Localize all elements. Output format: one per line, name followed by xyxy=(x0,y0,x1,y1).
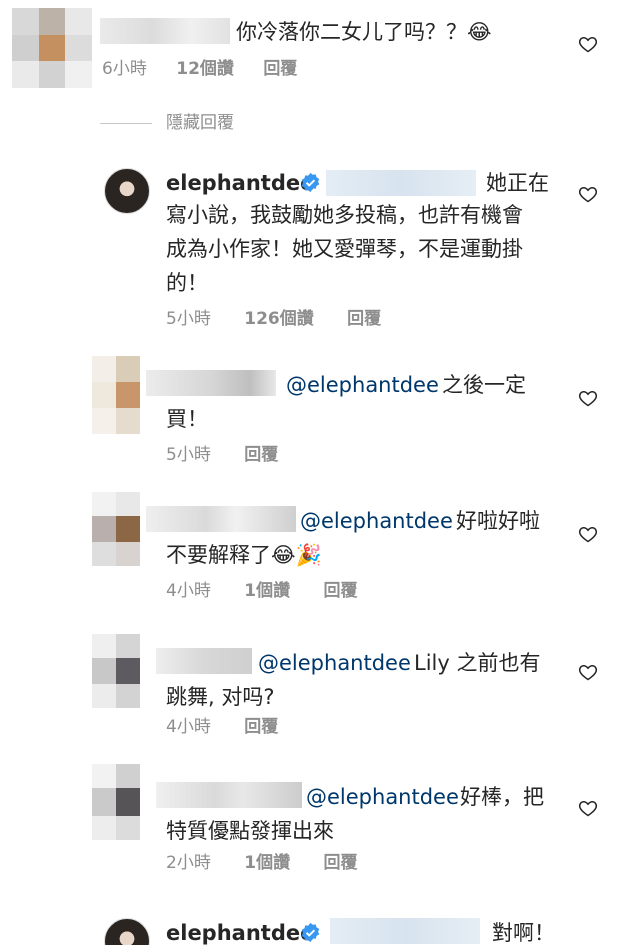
comment-meta: 2小時 1個讚 回覆 xyxy=(166,852,357,874)
reply-button[interactable]: 回覆 xyxy=(323,581,357,601)
username-blurred[interactable] xyxy=(156,782,302,808)
avatar-pixelated[interactable] xyxy=(92,634,140,708)
comment-text-line2: 特質優點發揮出來 xyxy=(166,819,334,843)
verified-badge-icon xyxy=(301,922,320,943)
username[interactable]: elephantdee xyxy=(166,166,314,200)
reply-button[interactable]: 回覆 xyxy=(244,717,278,737)
likes-count[interactable]: 12個讚 xyxy=(176,59,234,79)
mention-blurred[interactable] xyxy=(326,170,476,196)
comment-text: 你冷落你二女儿了吗？？😂 xyxy=(236,20,492,44)
reply-button[interactable]: 回覆 xyxy=(244,445,278,465)
comment-meta: 4小時 回覆 xyxy=(166,716,278,738)
heart-outline-icon[interactable] xyxy=(578,524,598,544)
timestamp: 4小時 xyxy=(166,581,211,601)
comment-text-line2: 買！ xyxy=(166,407,208,431)
heart-outline-icon[interactable] xyxy=(578,388,598,408)
timestamp: 2小時 xyxy=(166,853,211,873)
likes-count[interactable]: 126個讚 xyxy=(244,309,314,329)
comment-meta: 5小時 回覆 xyxy=(166,444,278,466)
mention-link[interactable]: @elephantdee xyxy=(286,368,439,402)
username[interactable]: elephantdee xyxy=(166,916,314,945)
reply-button[interactable]: 回覆 xyxy=(263,59,297,79)
comment-text-line1: 之後一定 xyxy=(442,373,526,397)
comment-5: @elephantdee Lily 之前也有 跳舞, 对吗? 4小時 回覆 xyxy=(0,624,630,742)
comment-6: @elephantdee 好棒，把 特質優點發揮出來 2小時 1個讚 回覆 xyxy=(0,760,630,878)
comment-meta: 4小時 1個讚 回覆 xyxy=(166,580,357,602)
comment-text-line3: 成為小作家！她又愛彈琴，不是運動掛 xyxy=(166,237,523,261)
comment-text-line1: Lily 之前也有 xyxy=(414,651,541,675)
username-blurred[interactable] xyxy=(156,648,252,674)
mention-link[interactable]: @elephantdee xyxy=(306,780,459,814)
comment-text-line1: 好棒，把 xyxy=(460,785,544,809)
comment-7: elephantdee 對啊！ xyxy=(0,906,630,945)
timestamp: 5小時 xyxy=(166,445,211,465)
likes-count[interactable]: 1個讚 xyxy=(244,853,290,873)
timestamp: 4小時 xyxy=(166,717,211,737)
comment-meta: 5小時 126個讚 回覆 xyxy=(166,308,381,330)
heart-outline-icon[interactable] xyxy=(578,798,598,818)
comment-meta: 6小時 12個讚 回覆 xyxy=(102,58,297,80)
divider-line xyxy=(100,123,152,124)
avatar-pixelated[interactable] xyxy=(92,764,140,840)
mention-link[interactable]: @elephantdee xyxy=(258,646,411,680)
comment-text-line2: 跳舞, 对吗? xyxy=(166,685,275,709)
username-blurred[interactable] xyxy=(146,506,296,532)
comment-text-line1: 對啊！ xyxy=(492,921,555,945)
comment-text-line2: 寫小說，我鼓勵她多投稿，也許有機會 xyxy=(166,203,523,227)
comment-text-line1: 好啦好啦 xyxy=(456,509,540,533)
username-blurred[interactable] xyxy=(100,18,230,44)
heart-outline-icon[interactable] xyxy=(578,662,598,682)
mention-blurred[interactable] xyxy=(330,918,480,944)
comment-1: 你冷落你二女儿了吗？？😂 6小時 12個讚 回覆 xyxy=(0,0,630,100)
comment-text-line2: 不要解释了😂🎉 xyxy=(166,543,322,567)
likes-count[interactable]: 1個讚 xyxy=(244,581,290,601)
timestamp: 6小時 xyxy=(102,59,147,79)
avatar-pixelated[interactable] xyxy=(12,8,92,88)
timestamp: 5小時 xyxy=(166,309,211,329)
comment-4: @elephantdee 好啦好啦 不要解释了😂🎉 4小時 1個讚 回覆 xyxy=(0,488,630,606)
avatar-elephantdee[interactable] xyxy=(104,168,150,214)
verified-badge-icon xyxy=(301,172,320,193)
mention-link[interactable]: @elephantdee xyxy=(300,504,453,538)
comment-2: elephantdee 她正在 寫小說，我鼓勵她多投稿，也許有機會 成為小作家！… xyxy=(0,150,630,340)
avatar-pixelated[interactable] xyxy=(92,492,140,566)
reply-button[interactable]: 回覆 xyxy=(323,853,357,873)
comment-text-line4: 的！ xyxy=(166,271,208,295)
comment-3: @elephantdee 之後一定 買！ 5小時 回覆 xyxy=(0,352,630,470)
heart-outline-icon[interactable] xyxy=(578,184,598,204)
hidden-replies-label[interactable]: 隱藏回覆 xyxy=(166,112,234,134)
username-blurred[interactable] xyxy=(146,370,276,396)
avatar-pixelated[interactable] xyxy=(92,356,140,434)
heart-outline-icon[interactable] xyxy=(578,34,598,54)
avatar-elephantdee[interactable] xyxy=(104,918,150,945)
comment-text-line1: 她正在 xyxy=(486,171,549,195)
reply-button[interactable]: 回覆 xyxy=(347,309,381,329)
